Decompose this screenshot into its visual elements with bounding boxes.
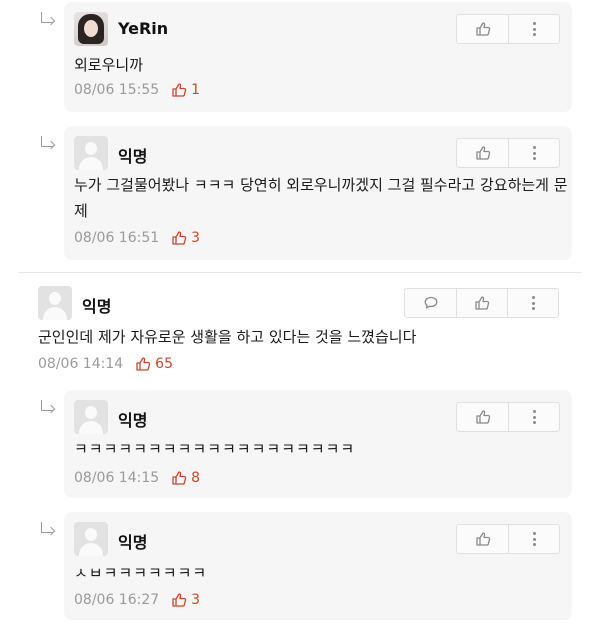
more-button[interactable]	[508, 15, 559, 43]
like-button[interactable]	[457, 139, 508, 167]
thumbs-up-icon	[172, 471, 187, 485]
more-vertical-icon	[532, 410, 536, 424]
comment-text: 누가 그걸물어봤나 ㅋㅋㅋ 당연히 외로우니까겠지 그걸 필수라고 강요하는게 …	[74, 176, 568, 220]
comment-author[interactable]: 익명	[82, 293, 111, 317]
reply-arrow-icon	[38, 522, 56, 538]
like-count: 1	[191, 82, 201, 98]
avatar[interactable]	[74, 522, 108, 556]
comment-card: 익명 군인인데 제가 자유로운 생활을 하고 있다는 것을 느꼈습니다 08/0…	[26, 276, 572, 386]
avatar[interactable]	[38, 286, 72, 320]
more-button[interactable]	[508, 525, 559, 553]
comment-author[interactable]: 익명	[118, 143, 147, 167]
comment-actions	[404, 288, 559, 318]
comment-card: 익명 ㅋㅋㅋㅋㅋㅋㅋㅋㅋㅋㅋㅋㅋㅋㅋㅋㅋㅋㅋ 08/06 14:15 8	[64, 390, 572, 498]
more-vertical-icon	[532, 532, 536, 546]
thumbs-up-icon	[172, 231, 187, 245]
comment-time: 08/06 15:55	[74, 82, 160, 98]
thumbs-up-icon	[136, 357, 151, 371]
comment-meta: 08/06 16:27 3	[74, 592, 200, 608]
speech-bubble-icon	[424, 296, 437, 309]
like-count: 3	[191, 592, 201, 608]
comment-meta: 08/06 16:51 3	[74, 230, 200, 246]
comment-author[interactable]: YeRin	[118, 19, 168, 38]
comment-time: 08/06 16:51	[74, 230, 160, 246]
comment-actions	[456, 402, 560, 432]
comment-card: 익명 ㅅㅂㅋㅋㅋㅋㅋㅋㅋ 08/06 16:27 3	[64, 512, 572, 620]
like-button[interactable]	[457, 403, 508, 431]
like-button[interactable]	[456, 289, 507, 317]
like-button[interactable]	[457, 525, 508, 553]
more-button[interactable]	[508, 139, 559, 167]
comment-meta: 08/06 14:15 8	[74, 470, 200, 486]
reply-arrow-icon	[38, 136, 56, 152]
comment-actions	[456, 138, 560, 168]
comment-card: 익명 누가 그걸물어봤나 ㅋㅋㅋ 당연히 외로우니까겠지 그걸 필수라고 강요하…	[64, 126, 572, 260]
thumbs-up-icon	[475, 532, 490, 546]
thumbs-up-icon	[475, 22, 490, 36]
comment-time: 08/06 14:15	[74, 470, 160, 486]
reply-button[interactable]	[405, 289, 456, 317]
reply-arrow-icon	[38, 12, 56, 28]
more-vertical-icon	[532, 22, 536, 36]
comment-text: ㅅㅂㅋㅋㅋㅋㅋㅋㅋ	[74, 564, 208, 582]
thumbs-up-icon	[172, 593, 187, 607]
comment-text: ㅋㅋㅋㅋㅋㅋㅋㅋㅋㅋㅋㅋㅋㅋㅋㅋㅋㅋㅋ	[74, 440, 356, 458]
thumbs-up-icon	[475, 296, 490, 310]
comment-time: 08/06 14:14	[38, 356, 124, 372]
comment-actions	[456, 14, 560, 44]
comment-time: 08/06 16:27	[74, 592, 160, 608]
comment-card: YeRin 외로우니까 08/06 15:55 1	[64, 2, 572, 112]
comment-meta: 08/06 14:14 65	[38, 356, 173, 372]
comment-text: 외로우니까	[74, 56, 144, 74]
divider	[18, 272, 582, 273]
like-count: 65	[155, 356, 173, 372]
thumbs-up-icon	[172, 83, 187, 97]
thumbs-up-icon	[475, 146, 490, 160]
more-button[interactable]	[508, 403, 559, 431]
more-button[interactable]	[507, 289, 558, 317]
like-count: 8	[191, 470, 201, 486]
more-vertical-icon	[531, 296, 535, 310]
avatar[interactable]	[74, 136, 108, 170]
reply-arrow-icon	[38, 400, 56, 416]
like-button[interactable]	[457, 15, 508, 43]
comment-text: 군인인데 제가 자유로운 생활을 하고 있다는 것을 느꼈습니다	[38, 328, 417, 346]
comment-actions	[456, 524, 560, 554]
comment-author[interactable]: 익명	[118, 407, 147, 431]
avatar[interactable]	[74, 12, 108, 46]
more-vertical-icon	[532, 146, 536, 160]
comment-author[interactable]: 익명	[118, 529, 147, 553]
comment-meta: 08/06 15:55 1	[74, 82, 200, 98]
avatar[interactable]	[74, 400, 108, 434]
thumbs-up-icon	[475, 410, 490, 424]
like-count: 3	[191, 230, 201, 246]
